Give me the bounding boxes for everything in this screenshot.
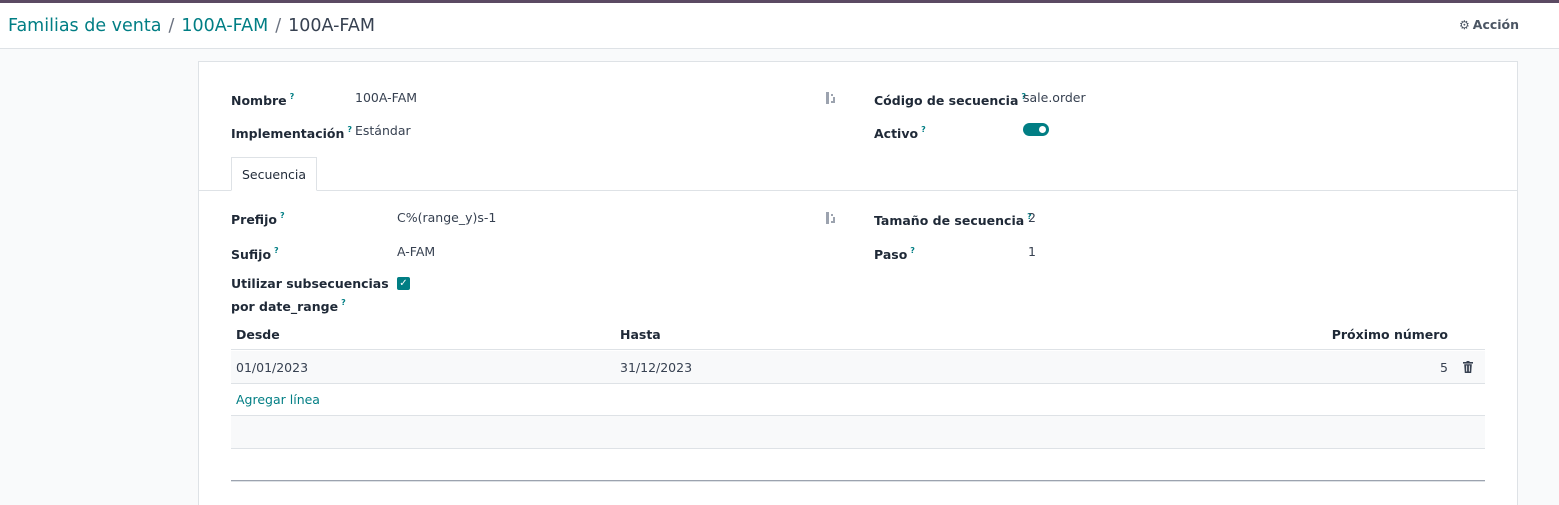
sufijo-label: Sufijo? [231,246,279,262]
help-tooltip-icon[interactable]: ? [341,298,346,307]
nombre-label: Nombre? [231,92,295,108]
trash-icon[interactable] [1463,361,1473,373]
column-header-proximo-numero[interactable]: Próximo número [1332,327,1448,342]
paso-field[interactable]: 1 [1028,244,1036,260]
translate-icon[interactable] [825,91,837,105]
help-tooltip-icon[interactable]: ? [280,211,285,220]
implementacion-field[interactable]: Estándar [355,123,411,139]
add-line-link[interactable]: Agregar línea [236,392,320,407]
breadcrumb-separator: / [168,16,175,36]
breadcrumb: Familias de venta / 100A-FAM / 100A-FAM [8,15,375,37]
action-menu-button[interactable]: ⚙ Acción [1459,17,1519,32]
breadcrumb-middle-link[interactable]: 100A-FAM [181,15,268,37]
empty-table-row [231,449,1485,482]
toggle-knob [1039,126,1046,133]
activo-label: Activo? [874,125,926,141]
breadcrumb-current: 100A-FAM [288,16,375,36]
prefijo-label: Prefijo? [231,211,285,227]
cell-hasta[interactable]: 31/12/2023 [620,360,692,375]
tab-divider [199,190,1517,191]
codigo-secuencia-label: Código de secuencia? [874,92,1027,108]
help-tooltip-icon[interactable]: ? [347,125,352,134]
translate-icon[interactable] [825,211,837,225]
tamano-secuencia-label: Tamaño de secuencia? [874,212,1032,228]
paso-label: Paso? [874,246,915,262]
subsecuencias-label: Utilizar subsecuencias [231,276,389,291]
activo-toggle[interactable] [1023,123,1049,136]
help-tooltip-icon[interactable]: ? [921,125,926,134]
column-header-hasta[interactable]: Hasta [620,327,661,342]
prefijo-field[interactable]: C%(range_y)s-1 [397,210,496,226]
table-footer-line [231,480,1485,481]
form-sheet: Nombre? 100A-FAM Implementación? Estánda… [198,61,1518,505]
implementacion-label: Implementación? [231,125,353,141]
cell-desde[interactable]: 01/01/2023 [236,360,308,375]
sufijo-field[interactable]: A-FAM [397,244,435,260]
codigo-secuencia-field[interactable]: sale.order [1023,90,1086,106]
action-label: Acción [1472,17,1520,32]
tab-secuencia[interactable]: Secuencia [231,157,317,191]
table-header: Desde Hasta Próximo número [231,320,1485,350]
cell-proximo-numero[interactable]: 5 [1440,360,1448,375]
help-tooltip-icon[interactable]: ? [910,246,915,255]
add-line-row: Agregar línea [231,384,1485,416]
tamano-secuencia-field[interactable]: 2 [1028,210,1036,226]
table-row[interactable]: 01/01/2023 31/12/2023 5 [231,351,1485,384]
breadcrumb-separator: / [275,16,282,36]
empty-table-row [231,416,1485,449]
help-tooltip-icon[interactable]: ? [290,92,295,101]
nombre-field[interactable]: 100A-FAM [355,90,417,106]
gear-icon: ⚙ [1459,17,1470,32]
subsecuencias-label-line2: por date_range? [231,298,346,314]
breadcrumb-parent-link[interactable]: Familias de venta [8,15,161,37]
subsecuencias-checkbox[interactable]: ✓ [397,277,410,290]
help-tooltip-icon[interactable]: ? [274,246,279,255]
control-panel: Familias de venta / 100A-FAM / 100A-FAM … [0,3,1559,49]
column-header-desde[interactable]: Desde [236,327,280,342]
